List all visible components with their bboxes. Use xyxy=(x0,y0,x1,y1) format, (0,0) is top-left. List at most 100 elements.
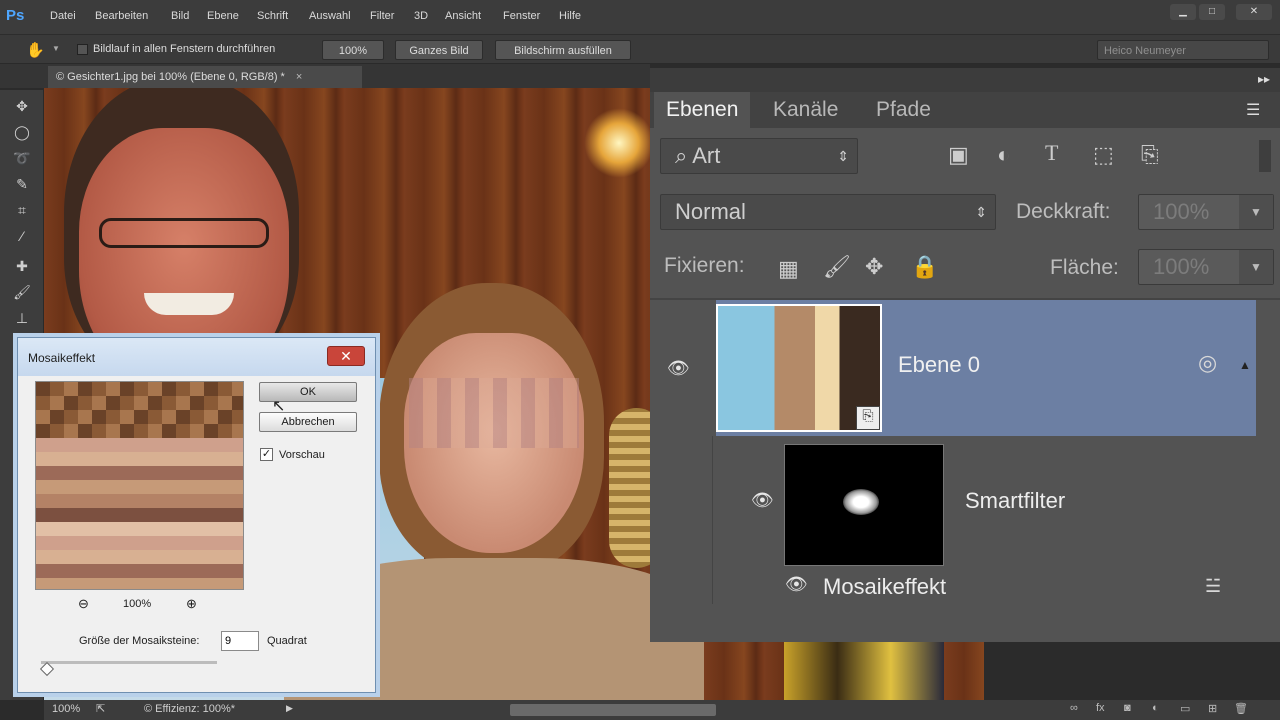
lock-all-icon[interactable]: 🔒 xyxy=(911,254,938,280)
mosaic-pixel xyxy=(190,522,204,536)
menu-bild[interactable]: Bild xyxy=(171,10,189,22)
fill-field[interactable]: 100% ▼ xyxy=(1138,249,1274,285)
minimize-button[interactable]: ▁ xyxy=(1170,4,1196,20)
stamp-tool-icon[interactable]: ⊥ xyxy=(10,308,34,328)
hand-tool-icon[interactable]: ✋ xyxy=(26,41,45,59)
mosaic-pixel xyxy=(92,396,106,410)
filter-toggle[interactable] xyxy=(1259,140,1271,172)
menu-schrift[interactable]: Schrift xyxy=(257,10,288,22)
mosaic-pixel xyxy=(162,424,176,438)
mosaic-pixel xyxy=(120,466,134,480)
opacity-field[interactable]: 100% ▼ xyxy=(1138,194,1274,230)
cell-size-slider-track[interactable] xyxy=(41,661,217,664)
mosaic-pixel xyxy=(190,578,204,589)
panel-menu-icon[interactable]: ☰ xyxy=(1246,100,1260,120)
adjustment-filter-icon[interactable]: ◐ xyxy=(997,142,1010,168)
mosaic-pixel xyxy=(106,452,120,466)
filter-mask-thumbnail[interactable] xyxy=(784,444,944,566)
preview-checkbox[interactable]: ✓ xyxy=(260,448,273,461)
new-group-icon[interactable]: ▭ xyxy=(1180,702,1190,715)
lock-position-icon[interactable]: ✥ xyxy=(865,254,883,280)
chevron-down-icon[interactable]: ▼ xyxy=(52,44,60,53)
tab-layers[interactable]: Ebenen xyxy=(654,92,751,128)
lasso-tool-icon[interactable]: ➰ xyxy=(10,148,34,168)
menu-ebene[interactable]: Ebene xyxy=(207,10,239,22)
fill-screen-button[interactable]: Bildschirm ausfüllen xyxy=(495,40,631,60)
new-layer-icon[interactable]: ⊞ xyxy=(1208,702,1217,715)
horizontal-scrollbar[interactable] xyxy=(510,704,716,716)
fit-screen-button[interactable]: Ganzes Bild xyxy=(395,40,483,60)
close-tab-icon[interactable]: × xyxy=(296,71,302,83)
delete-layer-icon[interactable]: 🗑 xyxy=(1234,702,1248,715)
layer-name[interactable]: Ebene 0 xyxy=(898,352,980,378)
crop-tool-icon[interactable]: ⌗ xyxy=(10,200,34,220)
status-zoom[interactable]: 100% xyxy=(52,703,80,715)
menu-bearbeiten[interactable]: Bearbeiten xyxy=(95,10,148,22)
chevron-down-icon[interactable]: ▼ xyxy=(1239,195,1273,229)
cell-size-input[interactable] xyxy=(221,631,259,651)
maximize-button[interactable]: □ xyxy=(1199,4,1225,20)
mosaic-pixel xyxy=(218,494,232,508)
mosaic-pixel xyxy=(204,424,218,438)
lock-pixels-icon[interactable]: 🖌 xyxy=(823,254,851,280)
layer-visibility-eye-icon[interactable]: 👁 xyxy=(667,358,690,379)
zoom-in-icon[interactable]: ⊕ xyxy=(186,596,197,612)
blend-mode-dropdown[interactable]: Normal ⇕ xyxy=(660,194,996,230)
type-filter-icon[interactable]: T xyxy=(1045,140,1058,166)
menu-filter[interactable]: Filter xyxy=(370,10,394,22)
layer-thumbnail[interactable]: ⎘ xyxy=(716,304,882,432)
status-arrow-icon[interactable]: ▶ xyxy=(286,703,293,714)
tab-channels[interactable]: Kanäle xyxy=(761,92,850,128)
move-tool-icon[interactable]: ✥ xyxy=(10,96,34,116)
layer-row-ebene-0[interactable]: ⎘ Ebene 0 ◎ xyxy=(716,300,1254,436)
menu-auswahl[interactable]: Auswahl xyxy=(309,10,351,22)
layer-filter-dropdown[interactable]: ⌕ Art ⇕ xyxy=(660,138,858,174)
mosaic-pixel xyxy=(148,508,162,522)
collapse-panel-icon[interactable]: ▸▸ xyxy=(1258,72,1270,86)
filter-name[interactable]: Mosaikeffekt xyxy=(823,574,946,600)
menu-ansicht[interactable]: Ansicht xyxy=(445,10,481,22)
link-layers-icon[interactable]: ∞ xyxy=(1070,702,1078,714)
lock-transparency-icon[interactable]: ▦ xyxy=(778,256,799,282)
document-tab[interactable]: © Gesichter1.jpg bei 100% (Ebene 0, RGB/… xyxy=(48,66,362,88)
shape-filter-icon[interactable]: ⬚ xyxy=(1093,142,1114,168)
dialog-close-button[interactable]: ✕ xyxy=(327,346,365,366)
pixel-layer-filter-icon[interactable]: ▣ xyxy=(948,142,969,168)
mosaic-pixel xyxy=(64,438,78,452)
cell-size-slider-thumb[interactable] xyxy=(39,661,55,677)
tab-paths[interactable]: Pfade xyxy=(864,92,943,128)
zoom-out-icon[interactable]: ⊖ xyxy=(78,596,89,612)
mosaic-pixel xyxy=(148,382,162,396)
menu-hilfe[interactable]: Hilfe xyxy=(559,10,581,22)
filter-visibility-eye-icon[interactable]: 👁 xyxy=(785,574,808,595)
brush-tool-icon[interactable]: 🖌 xyxy=(10,282,34,302)
layer-list-scrollbar[interactable]: ▲ xyxy=(1236,300,1256,436)
healing-brush-tool-icon[interactable]: ✚ xyxy=(10,256,34,276)
dialog-preview[interactable] xyxy=(35,381,244,590)
chevron-down-icon[interactable]: ▼ xyxy=(1239,250,1273,284)
smart-filter-visibility-eye-icon[interactable]: 👁 xyxy=(751,490,774,511)
layer-style-icon[interactable]: fx xyxy=(1096,702,1105,714)
adjustment-layer-icon[interactable]: ◐ xyxy=(1152,702,1159,714)
add-mask-icon[interactable]: ◙ xyxy=(1124,702,1131,714)
mosaic-pixel xyxy=(176,466,190,480)
menu-3d[interactable]: 3D xyxy=(414,10,428,22)
filter-blending-options-icon[interactable]: ☱ xyxy=(1205,576,1221,597)
mosaic-pixel xyxy=(120,550,134,564)
marquee-tool-icon[interactable]: ◯ xyxy=(10,122,34,142)
export-icon[interactable]: ⇱ xyxy=(96,702,105,715)
quick-select-tool-icon[interactable]: ✎ xyxy=(10,174,34,194)
menu-datei[interactable]: Datei xyxy=(50,10,76,22)
smart-object-filter-icon[interactable]: ⎘ xyxy=(1141,142,1159,168)
scroll-all-checkbox[interactable] xyxy=(77,44,88,55)
smart-filter-indicator-icon[interactable]: ◎ xyxy=(1198,350,1217,376)
scroll-up-icon[interactable]: ▲ xyxy=(1239,358,1251,372)
workspace-user-dropdown[interactable]: Heico Neumeyer xyxy=(1097,40,1269,60)
eyedropper-tool-icon[interactable]: ⁄ xyxy=(10,226,34,246)
menu-fenster[interactable]: Fenster xyxy=(503,10,540,22)
close-window-button[interactable]: ✕ xyxy=(1236,4,1272,20)
zoom-100-button[interactable]: 100% xyxy=(322,40,384,60)
mosaic-pixel xyxy=(176,410,190,424)
mosaic-pixel xyxy=(232,410,243,424)
mosaic-pixel xyxy=(162,522,176,536)
